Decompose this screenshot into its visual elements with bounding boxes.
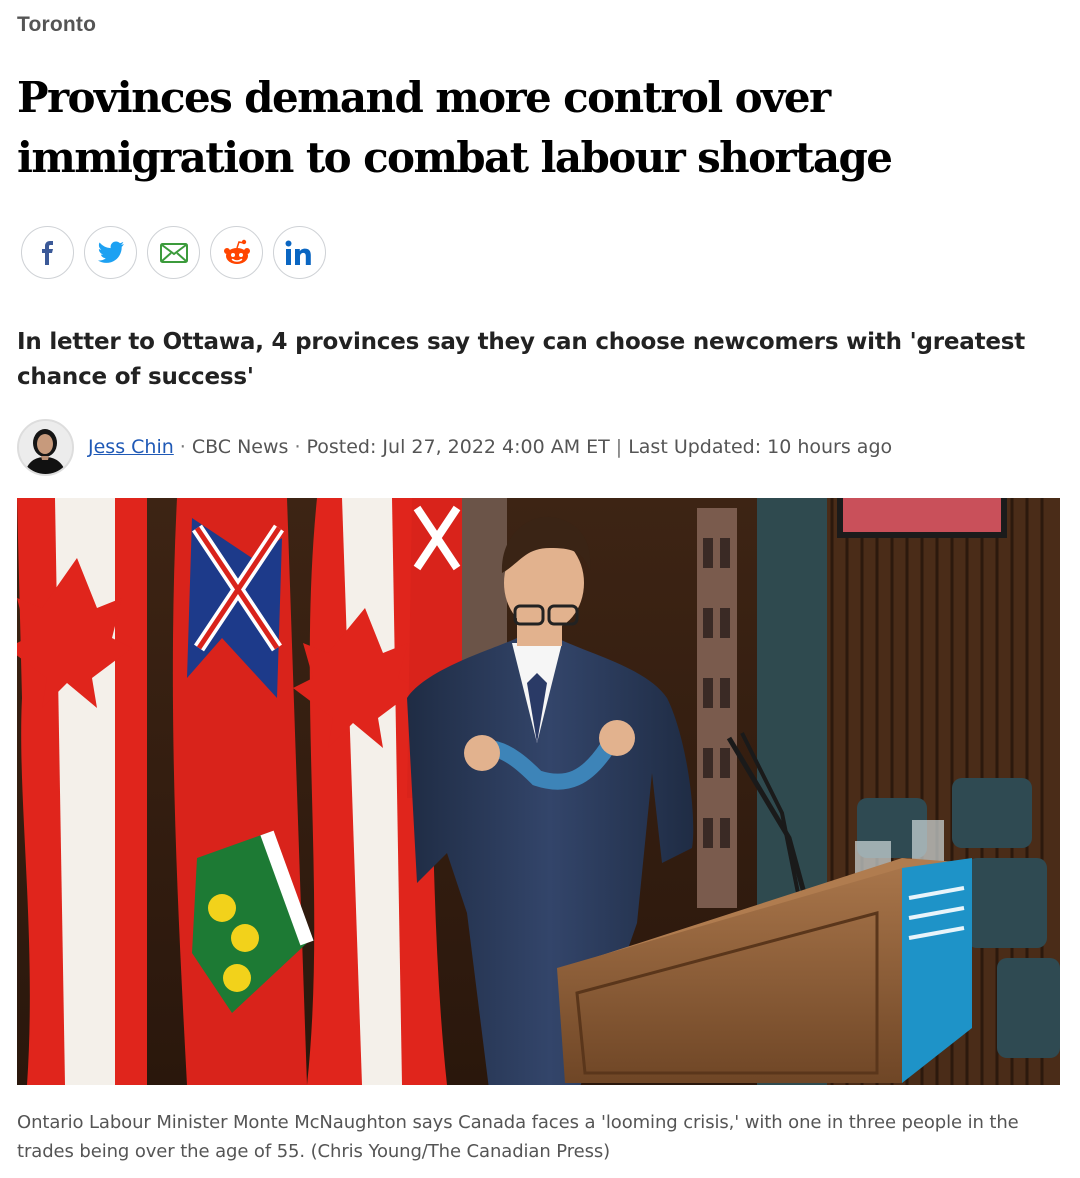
article-headline: Provinces demand more control over immig… (17, 73, 893, 182)
share-email-button[interactable] (147, 226, 200, 279)
share-reddit-button[interactable] (210, 226, 263, 279)
lead-photo[interactable] (17, 498, 1060, 1085)
linkedin-icon (285, 240, 311, 265)
share-facebook-button[interactable] (21, 226, 74, 279)
email-icon (159, 242, 188, 263)
share-buttons (21, 226, 326, 279)
byline-posted: Posted: Jul 27, 2022 4:00 AM ET (306, 436, 610, 458)
share-linkedin-button[interactable] (273, 226, 326, 279)
photo-caption: Ontario Labour Minister Monte McNaughton… (17, 1112, 1019, 1162)
article-deck: In letter to Ottawa, 4 provinces say the… (17, 329, 1026, 390)
author-link[interactable]: Jess Chin (88, 436, 174, 458)
author-avatar[interactable] (17, 418, 74, 476)
facebook-icon (41, 240, 53, 265)
byline-divider: | (615, 436, 623, 458)
byline-outlet: CBC News (191, 436, 289, 458)
section-label-link[interactable]: Toronto (17, 13, 96, 37)
byline-dot: · (294, 436, 301, 458)
reddit-icon (223, 239, 250, 264)
byline: Jess Chin · CBC News · Posted: Jul 27, 2… (17, 418, 892, 476)
byline-updated: Last Updated: 10 hours ago (628, 436, 893, 458)
twitter-icon (97, 241, 124, 263)
share-twitter-button[interactable] (84, 226, 137, 279)
byline-dot: · (179, 436, 186, 458)
